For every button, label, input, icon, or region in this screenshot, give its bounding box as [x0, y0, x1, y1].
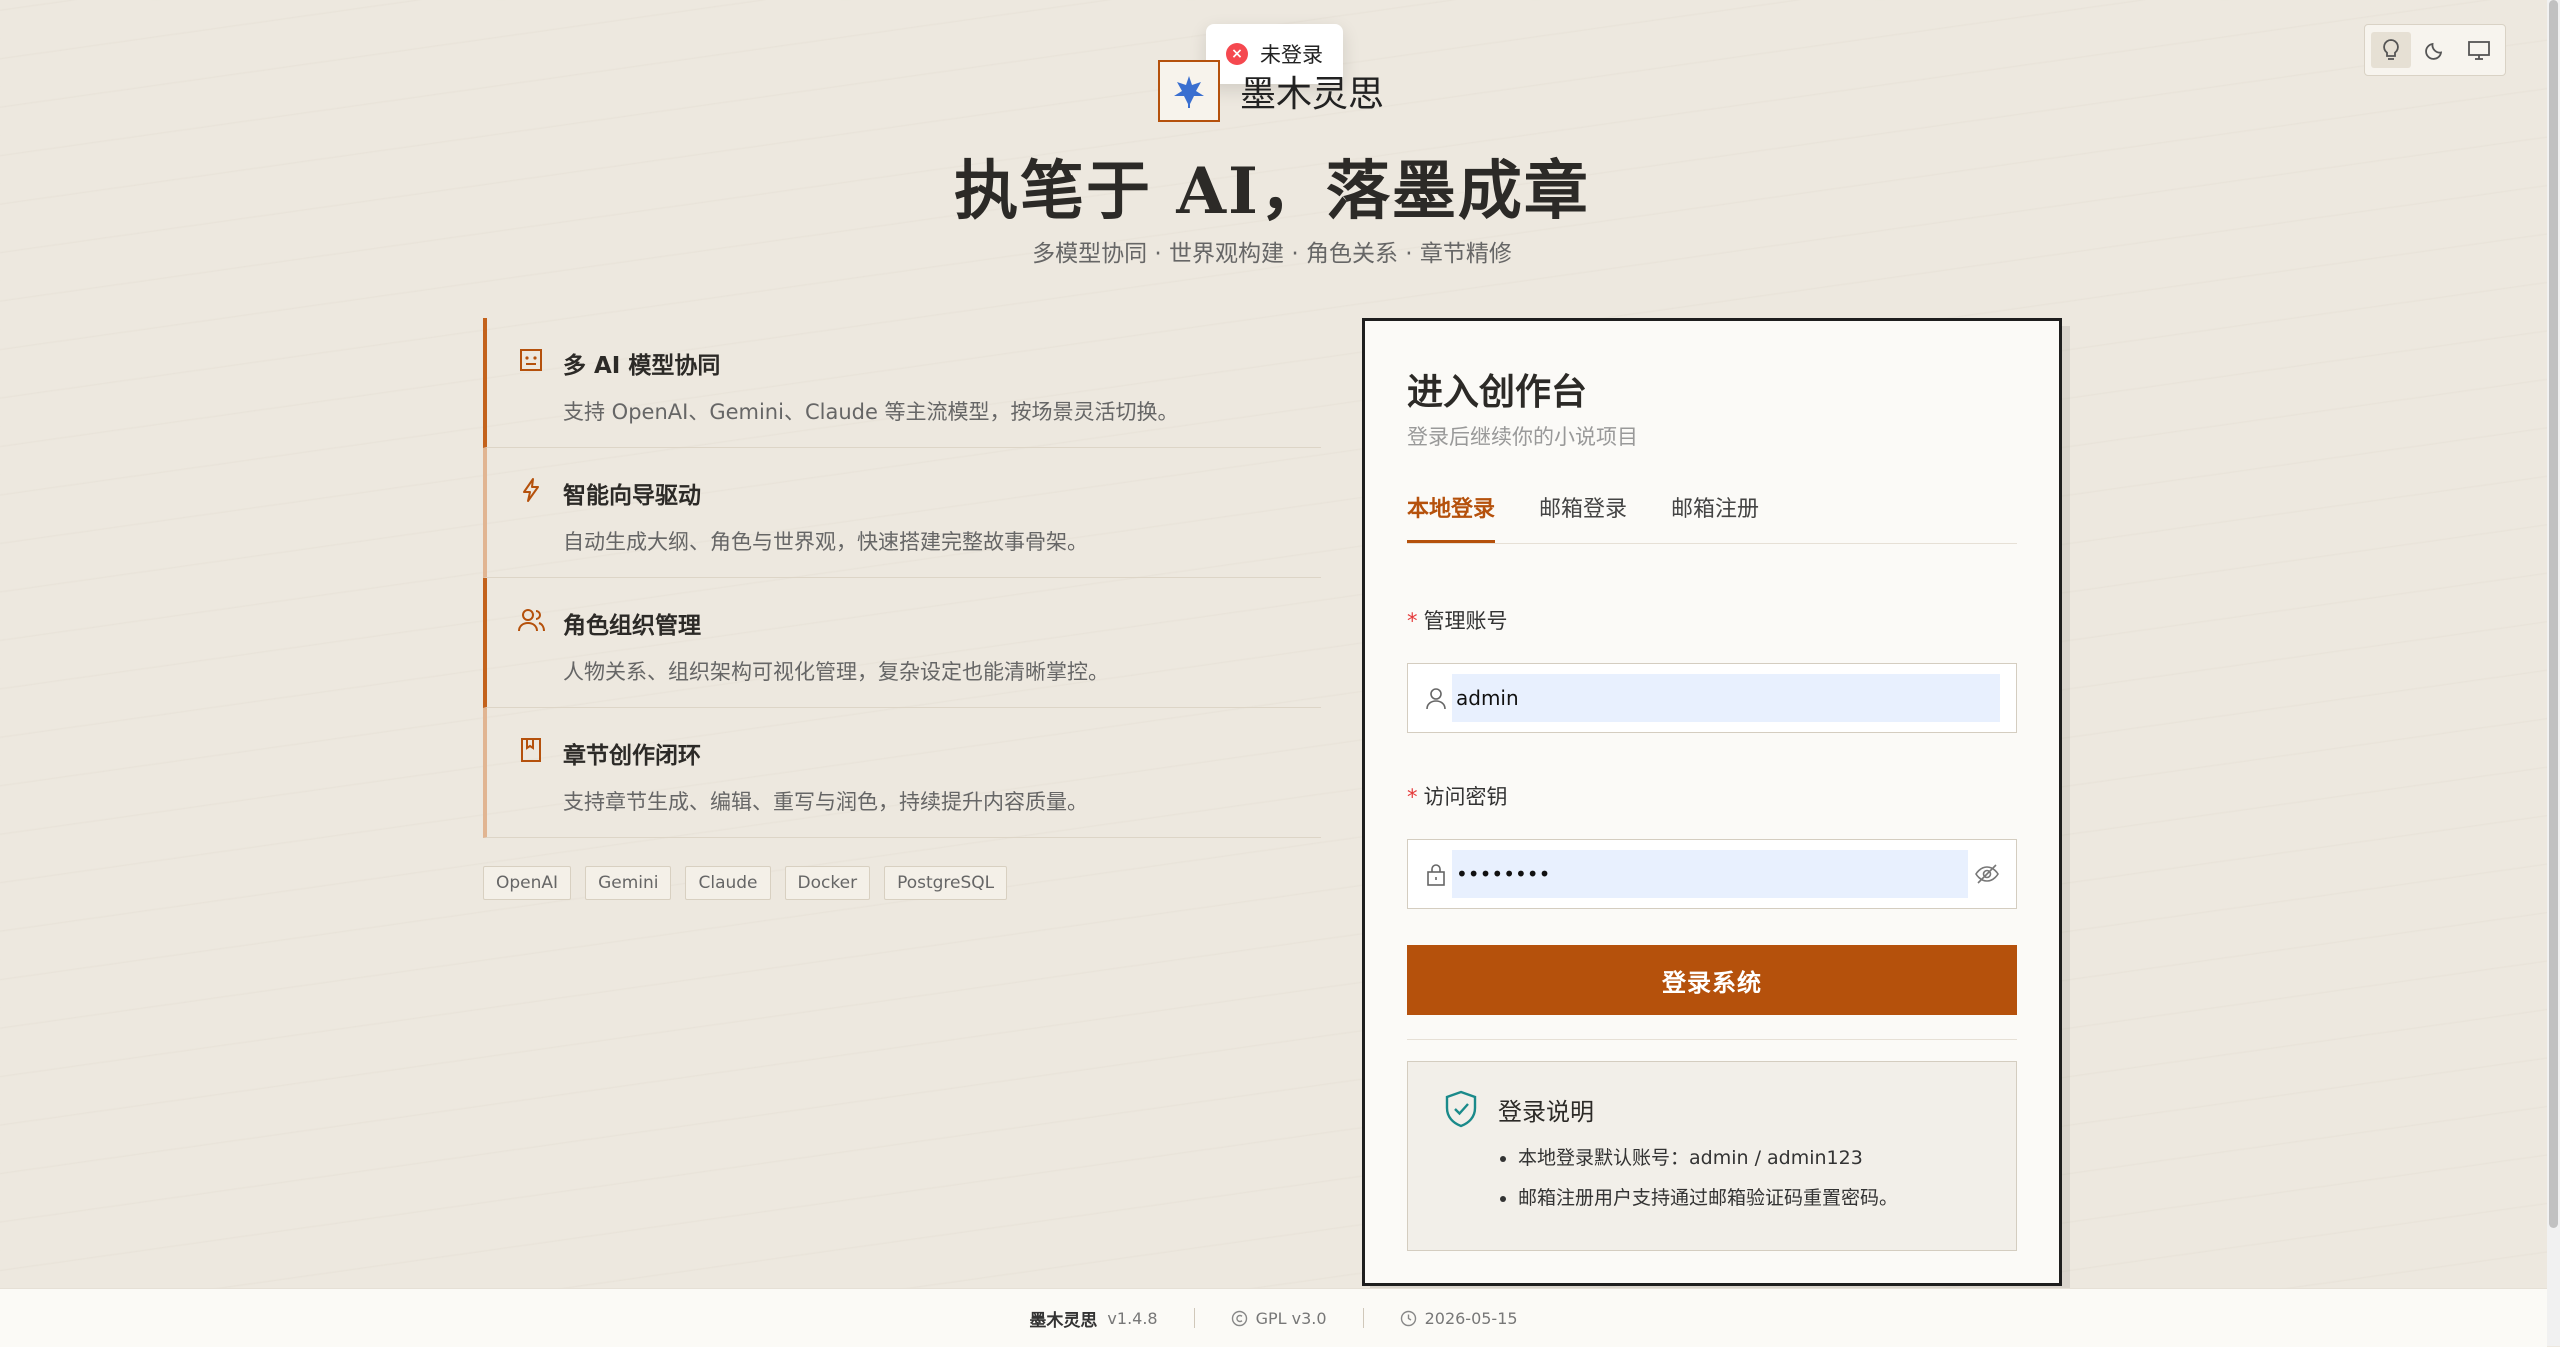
footer-brand: 墨木灵思	[1029, 1310, 1098, 1331]
account-field[interactable]: admin	[1407, 663, 2017, 733]
tab-local-login[interactable]: 本地登录	[1407, 491, 1496, 543]
feature-title: 章节创作闭环	[563, 743, 701, 769]
hero-subtitle: 多模型协同 · 世界观构建 · 角色关系 · 章节精修	[1032, 241, 1512, 267]
required-mark: *	[1407, 609, 1418, 633]
tab-email-login[interactable]: 邮箱登录	[1539, 491, 1627, 543]
notice-item: 邮箱注册用户支持通过邮箱验证码重置密码。	[1518, 1178, 1898, 1218]
login-panel: 进入创作台 登录后继续你的小说项目 本地登录 邮箱登录 邮箱注册 * 管理账号 a…	[1362, 318, 2062, 1286]
robot-icon	[520, 349, 542, 371]
tech-tags: OpenAI Gemini Claude Docker PostgreSQL	[483, 866, 1008, 900]
users-icon	[518, 609, 545, 632]
bulb-icon	[2383, 39, 2399, 60]
password-field[interactable]: ••••••••	[1407, 839, 2017, 909]
feature-desc: 人物关系、组织架构可视化管理，复杂设定也能清晰掌控。	[563, 660, 1109, 684]
password-label: * 访问密钥	[1407, 785, 1508, 809]
hero-title: 执笔于 AI，落墨成章	[954, 154, 1590, 229]
page-scrollbar[interactable]	[2547, 0, 2560, 1346]
footer: 墨木灵思 v1.4.8 GPL v3.0 2026-05-15	[0, 1288, 2547, 1347]
feature-title: 角色组织管理	[563, 613, 701, 639]
feature-desc: 支持 OpenAI、Gemini、Claude 等主流模型，按场景灵活切换。	[563, 400, 1179, 424]
moon-icon	[2425, 42, 2443, 60]
theme-switcher	[2364, 24, 2506, 76]
shield-check-icon	[1445, 1090, 1477, 1128]
lock-icon	[1427, 864, 1445, 886]
feature-item-characters: 角色组织管理 人物关系、组织架构可视化管理，复杂设定也能清晰掌控。	[483, 578, 1321, 708]
monitor-icon	[2468, 41, 2490, 60]
required-mark: *	[1407, 785, 1418, 809]
tag-openai: OpenAI	[483, 866, 572, 900]
login-title: 进入创作台	[1407, 371, 1588, 413]
scrollbar-thumb[interactable]	[2549, 0, 2558, 1228]
footer-date: 2026-05-15	[1400, 1309, 1518, 1328]
password-input[interactable]: ••••••••	[1452, 850, 1968, 898]
clock-icon	[1400, 1310, 1416, 1326]
login-notice: 登录说明 本地登录默认账号：admin / admin123 邮箱注册用户支持通…	[1407, 1061, 2017, 1251]
notice-item: 本地登录默认账号：admin / admin123	[1518, 1138, 1898, 1178]
divider	[1362, 1308, 1364, 1328]
account-label: * 管理账号	[1407, 609, 1508, 633]
book-icon	[521, 738, 541, 762]
feature-list: 多 AI 模型协同 支持 OpenAI、Gemini、Claude 等主流模型，…	[483, 318, 1321, 838]
login-tabs: 本地登录 邮箱登录 邮箱注册	[1407, 491, 2017, 544]
login-button[interactable]: 登录系统	[1407, 945, 2017, 1015]
license-text: GPL v3.0	[1255, 1308, 1327, 1328]
divider	[1193, 1308, 1195, 1328]
tab-email-register[interactable]: 邮箱注册	[1671, 491, 1759, 543]
feature-title: 多 AI 模型协同	[563, 353, 721, 379]
feature-item-models: 多 AI 模型协同 支持 OpenAI、Gemini、Claude 等主流模型，…	[483, 318, 1321, 448]
user-icon	[1426, 688, 1446, 710]
date-text: 2026-05-15	[1424, 1308, 1518, 1328]
lightning-icon	[523, 478, 539, 502]
tag-claude: Claude	[685, 866, 771, 900]
eye-off-icon[interactable]	[1974, 862, 2000, 886]
notice-title: 登录说明	[1498, 1098, 1594, 1126]
feature-title: 智能向导驱动	[563, 483, 701, 509]
login-subtitle: 登录后继续你的小说项目	[1407, 425, 1638, 449]
system-theme-button[interactable]	[2459, 32, 2499, 68]
leaf-logo-icon	[1158, 60, 1220, 122]
notice-list: 本地登录默认账号：admin / admin123 邮箱注册用户支持通过邮箱验证…	[1490, 1138, 1898, 1218]
light-theme-button[interactable]	[2371, 32, 2411, 68]
account-input[interactable]: admin	[1452, 674, 2000, 722]
feature-desc: 支持章节生成、编辑、重写与润色，持续提升内容质量。	[563, 790, 1088, 814]
tag-gemini: Gemini	[585, 866, 672, 900]
dark-theme-button[interactable]	[2415, 32, 2455, 68]
tag-docker: Docker	[784, 866, 871, 900]
copyright-icon	[1231, 1310, 1247, 1326]
tag-postgresql: PostgreSQL	[884, 866, 1008, 900]
brand: 墨木灵思	[1158, 60, 1384, 122]
divider	[1407, 1039, 2017, 1040]
feature-desc: 自动生成大纲、角色与世界观，快速搭建完整故事骨架。	[563, 530, 1088, 554]
brand-name: 墨木灵思	[1240, 74, 1385, 115]
footer-license: GPL v3.0	[1231, 1309, 1327, 1328]
footer-version: v1.4.8	[1107, 1308, 1158, 1328]
feature-item-wizard: 智能向导驱动 自动生成大纲、角色与世界观，快速搭建完整故事骨架。	[483, 448, 1321, 578]
feature-item-chapters: 章节创作闭环 支持章节生成、编辑、重写与润色，持续提升内容质量。	[483, 708, 1321, 838]
